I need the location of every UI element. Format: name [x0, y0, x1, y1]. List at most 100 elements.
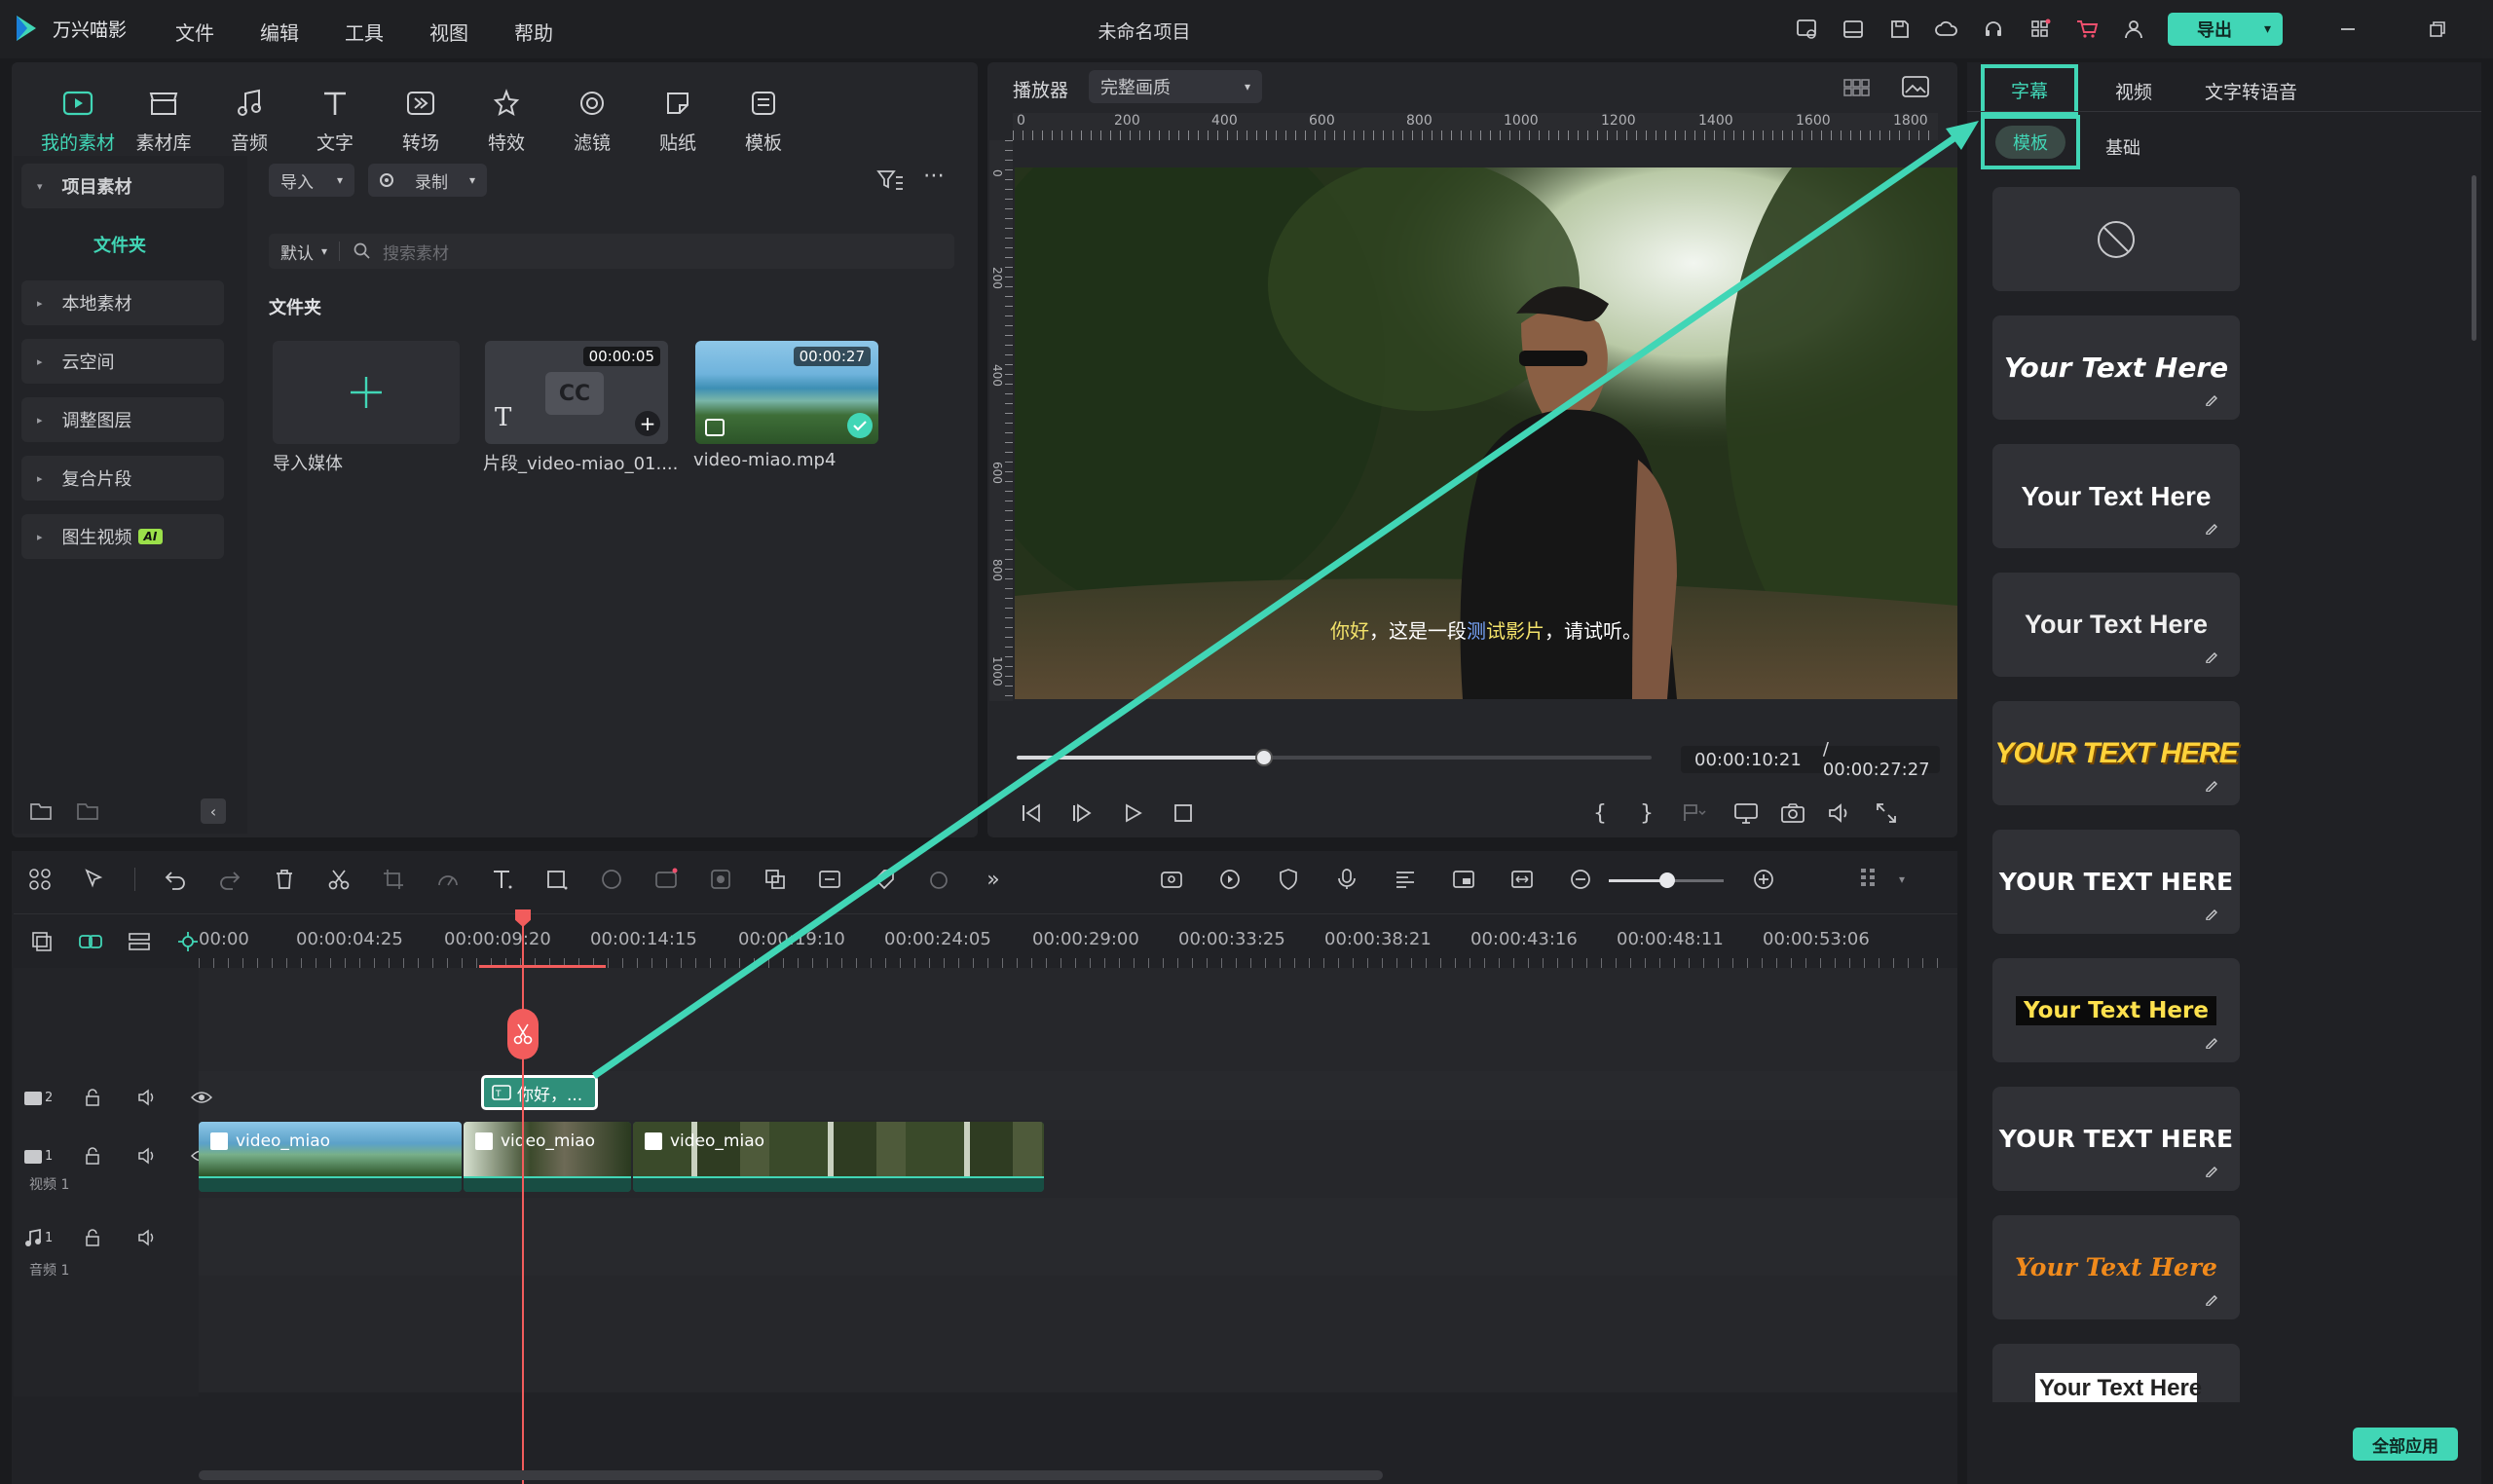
tool-library[interactable]: 素材库: [121, 84, 206, 155]
import-dropdown[interactable]: 导入 ▾: [269, 164, 354, 197]
zoom-slider[interactable]: [1609, 872, 1724, 888]
search-input[interactable]: 搜索素材: [383, 240, 449, 264]
cart-icon[interactable]: [2072, 15, 2102, 44]
tag-icon[interactable]: [870, 865, 899, 894]
lock-icon[interactable]: [78, 1223, 107, 1252]
edit-icon[interactable]: [2205, 649, 2218, 663]
edit-icon[interactable]: [2205, 521, 2218, 535]
timeline-ruler[interactable]: 00:00 00:00:04:25 00:00:09:20 00:00:14:1…: [199, 929, 1948, 968]
tool-transition[interactable]: 转场: [378, 84, 464, 155]
split-button[interactable]: [507, 1009, 539, 1059]
grid-view-icon[interactable]: [1842, 76, 1872, 99]
sort-dropdown[interactable]: 默认 ▾: [269, 241, 341, 264]
redo-icon[interactable]: [215, 865, 244, 894]
track-manage-icon[interactable]: [125, 927, 154, 956]
tool-audio[interactable]: 音频: [206, 84, 292, 155]
ai-cut-icon[interactable]: [815, 865, 844, 894]
export-button[interactable]: 导出 ▾: [2168, 13, 2283, 46]
quality-dropdown[interactable]: 完整画质 ▾: [1089, 70, 1262, 103]
new-folder-icon[interactable]: [29, 800, 53, 822]
shield-icon[interactable]: [1274, 865, 1303, 894]
subtab-basic[interactable]: 基础: [2105, 134, 2140, 160]
subtitle-list-icon[interactable]: [1391, 865, 1420, 894]
message-icon[interactable]: [1792, 15, 1821, 44]
play-icon[interactable]: [1118, 798, 1147, 828]
video-clip[interactable]: video_miao: [199, 1122, 462, 1192]
timeline-scrollbar[interactable]: [199, 1470, 1383, 1480]
stop-icon[interactable]: [1169, 798, 1198, 828]
tool-effects[interactable]: 特效: [464, 84, 549, 155]
pip-icon[interactable]: [1449, 865, 1478, 894]
folder-icon[interactable]: [76, 800, 99, 822]
template-card[interactable]: Your Text Here: [1992, 573, 2240, 677]
template-card[interactable]: Your Text Here: [1992, 1215, 2240, 1319]
mute-icon[interactable]: [132, 1141, 162, 1170]
speed-icon[interactable]: [433, 865, 463, 894]
current-time[interactable]: 00:00:10:21: [1694, 750, 1802, 770]
more-tools-icon[interactable]: »: [979, 865, 1008, 894]
video-preview[interactable]: 你好，这是一段测试影片，请试听。: [1015, 167, 1957, 699]
next-frame-icon[interactable]: [1067, 798, 1097, 828]
effect-mask-icon[interactable]: [706, 865, 735, 894]
apps-icon[interactable]: [2026, 15, 2055, 44]
progress-track[interactable]: [1017, 749, 1652, 766]
import-media-card[interactable]: [273, 341, 460, 444]
user-icon[interactable]: [2119, 15, 2148, 44]
edit-icon[interactable]: [2205, 392, 2218, 406]
crop-icon[interactable]: [379, 865, 408, 894]
color-icon[interactable]: [597, 865, 626, 894]
restore-icon[interactable]: [2423, 15, 2452, 44]
template-card[interactable]: Your Text Here: [1992, 315, 2240, 420]
eye-icon[interactable]: [187, 1083, 216, 1112]
subtab-template[interactable]: 模板: [1995, 126, 2065, 159]
subtitle-overlay[interactable]: 你好，这是一段测试影片，请试听。: [1015, 615, 1957, 644]
record-dropdown[interactable]: 录制 ▾: [368, 164, 487, 197]
layout-grid-icon[interactable]: [25, 865, 55, 894]
filter-sort-icon[interactable]: [876, 167, 904, 193]
add-text-icon[interactable]: [488, 865, 517, 894]
template-card[interactable]: YOUR TEXT HERE: [1992, 701, 2240, 805]
apply-all-button[interactable]: 全部应用: [2353, 1428, 2458, 1461]
cloud-icon[interactable]: [1932, 15, 1961, 44]
edit-icon[interactable]: [2205, 778, 2218, 792]
mute-icon[interactable]: [132, 1223, 162, 1252]
edit-icon[interactable]: [2205, 1164, 2218, 1177]
template-card[interactable]: YOUR TEXT HERE: [1992, 830, 2240, 934]
layout-icon[interactable]: [1839, 15, 1868, 44]
template-card[interactable]: YOUR TEXT HERE: [1992, 1087, 2240, 1191]
track-layout-icon[interactable]: [1854, 865, 1883, 894]
add-icon[interactable]: +: [635, 411, 660, 436]
zoom-in-icon[interactable]: [1749, 865, 1778, 894]
auto-reframe-icon[interactable]: [1157, 865, 1186, 894]
shape-icon[interactable]: [542, 865, 572, 894]
render-icon[interactable]: [1215, 865, 1245, 894]
lock-icon[interactable]: [78, 1083, 107, 1112]
keyframe-icon[interactable]: [761, 865, 790, 894]
sidebar-item-adjust[interactable]: ▸ 调整图层: [21, 397, 224, 442]
edit-icon[interactable]: [2205, 907, 2218, 920]
collapse-sidebar-button[interactable]: ‹: [201, 798, 226, 824]
search-field[interactable]: 搜索素材: [340, 240, 954, 264]
tab-text-to-speech[interactable]: 文字转语音: [2205, 78, 2297, 104]
prev-frame-icon[interactable]: [1017, 798, 1046, 828]
zoom-out-icon[interactable]: [1566, 865, 1595, 894]
template-card[interactable]: Your Text Here: [1992, 958, 2240, 1062]
tool-stickers[interactable]: 贴纸: [635, 84, 721, 155]
video-clip[interactable]: video_miao: [464, 1122, 631, 1192]
timer-icon[interactable]: [924, 865, 953, 894]
mark-out-icon[interactable]: }: [1632, 798, 1661, 828]
edit-icon[interactable]: [2205, 1035, 2218, 1049]
camera-icon[interactable]: [1778, 798, 1807, 828]
more-icon[interactable]: ⋯: [923, 164, 946, 188]
sidebar-item-compound[interactable]: ▸ 复合片段: [21, 456, 224, 501]
subtitle-clip[interactable]: T 你好，...: [481, 1075, 598, 1110]
edit-icon[interactable]: [2205, 1292, 2218, 1306]
tool-text[interactable]: 文字: [292, 84, 378, 155]
ai-text-icon[interactable]: [651, 865, 681, 894]
split-scissors-icon[interactable]: [324, 865, 353, 894]
tab-subtitle[interactable]: 字幕: [1981, 64, 2078, 115]
display-icon[interactable]: [1731, 798, 1761, 828]
sidebar-item-project[interactable]: ▾ 项目素材: [21, 164, 224, 208]
chevron-down-icon[interactable]: ▾: [1899, 872, 1905, 886]
tool-templates[interactable]: 模板: [721, 84, 806, 155]
